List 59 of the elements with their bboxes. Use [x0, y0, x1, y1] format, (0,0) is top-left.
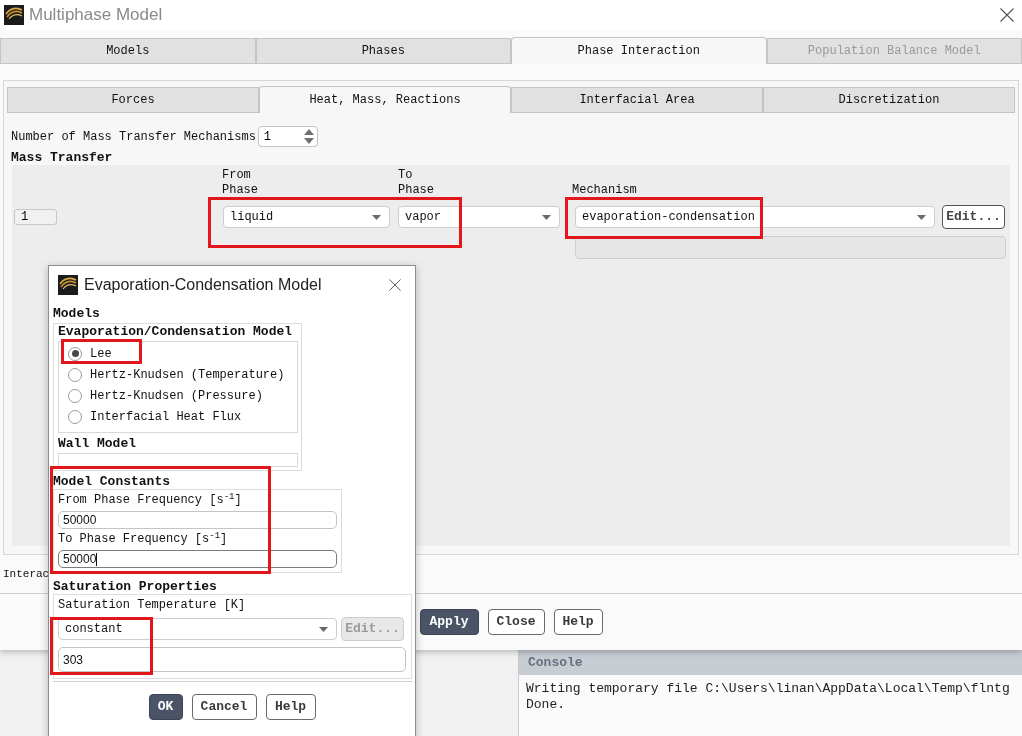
dropdown[interactable]: liquid	[223, 206, 390, 228]
field-label: Saturation Temperature [K]	[58, 598, 247, 612]
radio-option[interactable]: Hertz-Knudsen (Pressure)	[59, 385, 297, 406]
field-label: Number of Mass Transfer Mechanisms	[11, 128, 256, 146]
tab[interactable]: Phase Interaction	[511, 37, 767, 64]
input-field[interactable]: 50000	[58, 550, 337, 568]
section-title: Models	[53, 307, 101, 321]
dropdown[interactable]: vapor	[398, 206, 560, 228]
radio-option[interactable]: Interfacial Heat Flux	[59, 406, 297, 427]
close-button[interactable]	[389, 278, 401, 291]
button[interactable]: Help	[265, 694, 316, 720]
button[interactable]: Close	[487, 609, 545, 635]
button[interactable]: Apply	[419, 609, 479, 635]
column-header: From Phase	[222, 168, 259, 198]
section-title: Mass Transfer	[10, 151, 114, 165]
tab[interactable]: Phases	[255, 38, 511, 64]
close-icon	[1000, 8, 1014, 22]
button[interactable]: Cancel	[191, 694, 257, 720]
console-line: Writing temporary file C:\Users\linan\AppData\Local\Temp\flntg	[526, 681, 1011, 697]
column-header: To Phase	[398, 168, 435, 198]
radio-option[interactable]: Hertz-Knudsen (Temperature)	[59, 364, 297, 385]
console-title: Console	[528, 653, 583, 672]
spin-field[interactable]: 1	[257, 126, 318, 147]
dropdown-caret-icon	[917, 214, 926, 220]
window-title: Multiphase Model	[29, 4, 163, 27]
field-label: From Phase Frequency [s$^{-1}$]	[58, 493, 243, 507]
app-logo-icon	[4, 5, 24, 25]
button[interactable]: OK	[148, 694, 183, 720]
field-label: Interac	[3, 566, 50, 582]
dropdown-caret-icon	[542, 214, 551, 220]
section-title: Model Constants	[53, 475, 172, 489]
field-label: To Phase Frequency [s$^{-1}$]	[58, 532, 229, 546]
edit-button[interactable]: Edit...	[942, 205, 1005, 229]
row-index-field: 1	[14, 209, 57, 225]
radio-option[interactable]: Lee	[59, 343, 297, 364]
dropdown-caret-icon	[319, 626, 328, 632]
input-field[interactable]: 303	[58, 647, 406, 672]
dialog-title: Evaporation-Condensation Model	[84, 274, 322, 295]
dropdown[interactable]: evaporation-condensation	[575, 206, 935, 228]
button[interactable]: Help	[553, 609, 603, 635]
spinner-arrows-icon	[303, 129, 314, 144]
tab[interactable]: Models	[0, 38, 256, 64]
input-field[interactable]: 50000	[58, 511, 337, 529]
dropdown-caret-icon	[372, 214, 381, 220]
section-title: Saturation Properties	[53, 580, 218, 594]
text-cursor-icon	[96, 552, 98, 566]
group-title: Evaporation/Condensation Model	[58, 325, 294, 339]
tab[interactable]: Heat, Mass, Reactions	[259, 86, 511, 113]
group-title: Wall Model	[58, 437, 137, 451]
dropdown[interactable]: constant	[58, 618, 337, 640]
close-button[interactable]	[1000, 8, 1014, 22]
close-icon	[389, 278, 401, 291]
tab[interactable]: Discretization	[763, 87, 1015, 113]
console-line: Done.	[526, 697, 566, 713]
tab[interactable]: Interfacial Area	[511, 87, 763, 113]
app-logo-icon	[58, 274, 78, 295]
column-header: Mechanism	[572, 183, 637, 198]
list-field[interactable]	[58, 453, 298, 467]
tab[interactable]: Forces	[7, 87, 259, 113]
